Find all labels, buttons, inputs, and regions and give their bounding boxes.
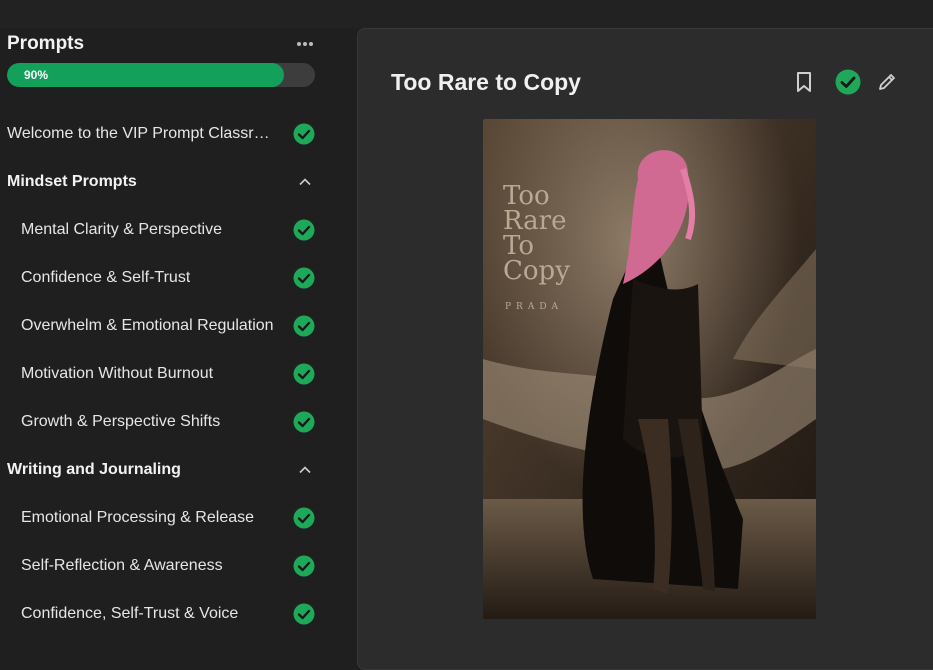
chevron-up-icon[interactable] bbox=[298, 463, 312, 477]
completed-check-icon bbox=[293, 603, 315, 625]
lesson-item[interactable]: Motivation Without Burnout bbox=[0, 350, 330, 398]
lesson-title: Too Rare to Copy bbox=[391, 69, 581, 95]
lesson-item[interactable]: Welcome to the VIP Prompt Classroom bbox=[0, 110, 330, 158]
section-header[interactable]: Mindset Prompts bbox=[0, 158, 330, 206]
section-label: Writing and Journaling bbox=[7, 461, 181, 478]
edit-pencil-icon[interactable] bbox=[876, 71, 898, 93]
section-label: Mindset Prompts bbox=[7, 173, 137, 190]
course-progress-bar: 90% bbox=[7, 63, 315, 87]
lesson-list: Welcome to the VIP Prompt Classroom Minds… bbox=[0, 110, 330, 638]
lesson-label: Growth & Perspective Shifts bbox=[21, 413, 221, 430]
lesson-item[interactable]: Confidence & Self-Trust bbox=[0, 254, 330, 302]
lesson-label: Confidence & Self-Trust bbox=[21, 269, 191, 286]
lesson-item[interactable]: Growth & Perspective Shifts bbox=[0, 398, 330, 446]
completed-check-icon bbox=[293, 219, 315, 241]
lesson-item[interactable]: Confidence, Self-Trust & Voice bbox=[0, 590, 330, 638]
lesson-hero-image: Too Rare To Copy PRADA bbox=[483, 119, 816, 619]
sidebar-title: Prompts bbox=[7, 33, 85, 54]
completed-check-icon bbox=[293, 315, 315, 337]
completed-check-icon bbox=[293, 411, 315, 433]
bookmark-icon[interactable] bbox=[793, 70, 815, 94]
completed-check-icon bbox=[293, 507, 315, 529]
lesson-label: Mental Clarity & Perspective bbox=[21, 221, 222, 238]
mark-complete-icon[interactable] bbox=[835, 69, 861, 95]
completed-check-icon bbox=[293, 123, 315, 145]
lesson-item[interactable]: Overwhelm & Emotional Regulation bbox=[0, 302, 330, 350]
lesson-item[interactable]: Self-Reflection & Awareness bbox=[0, 542, 330, 590]
sidebar: Prompts 90% Welcome to the VIP Prompt Cl… bbox=[0, 28, 330, 640]
progress-fill bbox=[7, 63, 285, 87]
completed-check-icon bbox=[293, 363, 315, 385]
completed-check-icon bbox=[293, 555, 315, 577]
lesson-item[interactable]: Mental Clarity & Perspective bbox=[0, 206, 330, 254]
lesson-label: Self-Reflection & Awareness bbox=[21, 557, 223, 574]
sidebar-header: Prompts bbox=[7, 32, 317, 56]
image-overlay-brand: PRADA bbox=[505, 302, 563, 312]
section-header[interactable]: Writing and Journaling bbox=[0, 446, 330, 494]
progress-label: 90% bbox=[24, 68, 49, 82]
image-overlay-line-4: Copy bbox=[503, 256, 570, 286]
completed-check-icon bbox=[293, 267, 315, 289]
lesson-label: Welcome to the VIP Prompt Classroom bbox=[7, 125, 277, 142]
chevron-up-icon[interactable] bbox=[298, 175, 312, 189]
lesson-label: Emotional Processing & Release bbox=[21, 509, 255, 526]
lesson-label: Motivation Without Burnout bbox=[21, 365, 214, 382]
lesson-panel: Too Rare to Copy Too Rare To Copy PRADA bbox=[357, 28, 933, 670]
top-bar bbox=[0, 0, 933, 28]
lesson-label: Overwhelm & Emotional Regulation bbox=[21, 317, 274, 334]
lesson-item[interactable]: Emotional Processing & Release bbox=[0, 494, 330, 542]
more-options-icon[interactable] bbox=[295, 34, 315, 54]
lesson-label: Confidence, Self-Trust & Voice bbox=[21, 605, 239, 622]
